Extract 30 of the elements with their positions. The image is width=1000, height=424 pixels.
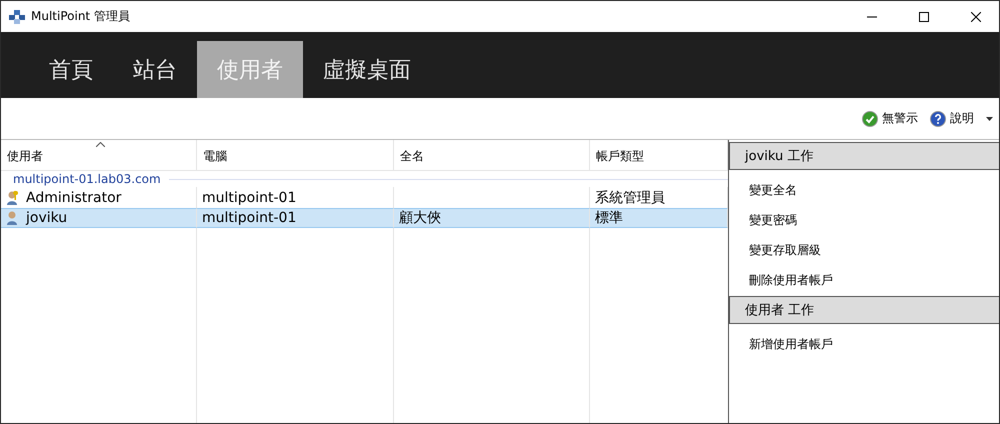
task-link[interactable]: 變更全名: [729, 176, 999, 205]
task-link[interactable]: 刪除使用者帳戶: [729, 266, 999, 295]
column-header[interactable]: 使用者: [1, 140, 197, 171]
section-header: 使用者 工作: [729, 296, 999, 324]
task-link[interactable]: 變更密碼: [729, 206, 999, 235]
nav-tab[interactable]: 站台: [113, 41, 197, 98]
admin-user-icon: [6, 190, 20, 206]
app-logo-icon: [9, 10, 25, 24]
column-header[interactable]: 全名: [394, 140, 590, 171]
table-cell: multipoint-01: [197, 208, 394, 228]
table-cell: joviku: [1, 208, 197, 228]
help-button[interactable]: 說明: [930, 110, 993, 127]
user-icon: [6, 210, 20, 226]
table-cell: 顧大俠: [394, 208, 590, 228]
nav-tab[interactable]: 首頁: [29, 41, 113, 98]
table-cell: 標準: [590, 208, 728, 228]
column-header[interactable]: 帳戶類型: [590, 140, 728, 171]
window-title: MultiPoint 管理員: [31, 8, 131, 25]
nav-tab[interactable]: 虛擬桌面: [303, 41, 431, 98]
help-icon: [930, 110, 946, 126]
check-icon: [862, 110, 878, 126]
caret-icon: [986, 116, 993, 120]
section-header: joviku 工作: [729, 142, 999, 170]
column-header[interactable]: 電腦: [197, 140, 394, 171]
task-link[interactable]: 變更存取層級: [729, 236, 999, 265]
maximize-icon: [919, 12, 929, 22]
group-label: multipoint-01.lab03.com: [13, 172, 161, 186]
alerts-button[interactable]: 無警示: [862, 110, 918, 127]
close-icon: [971, 12, 981, 22]
task-link[interactable]: 新增使用者帳戶: [729, 330, 999, 359]
